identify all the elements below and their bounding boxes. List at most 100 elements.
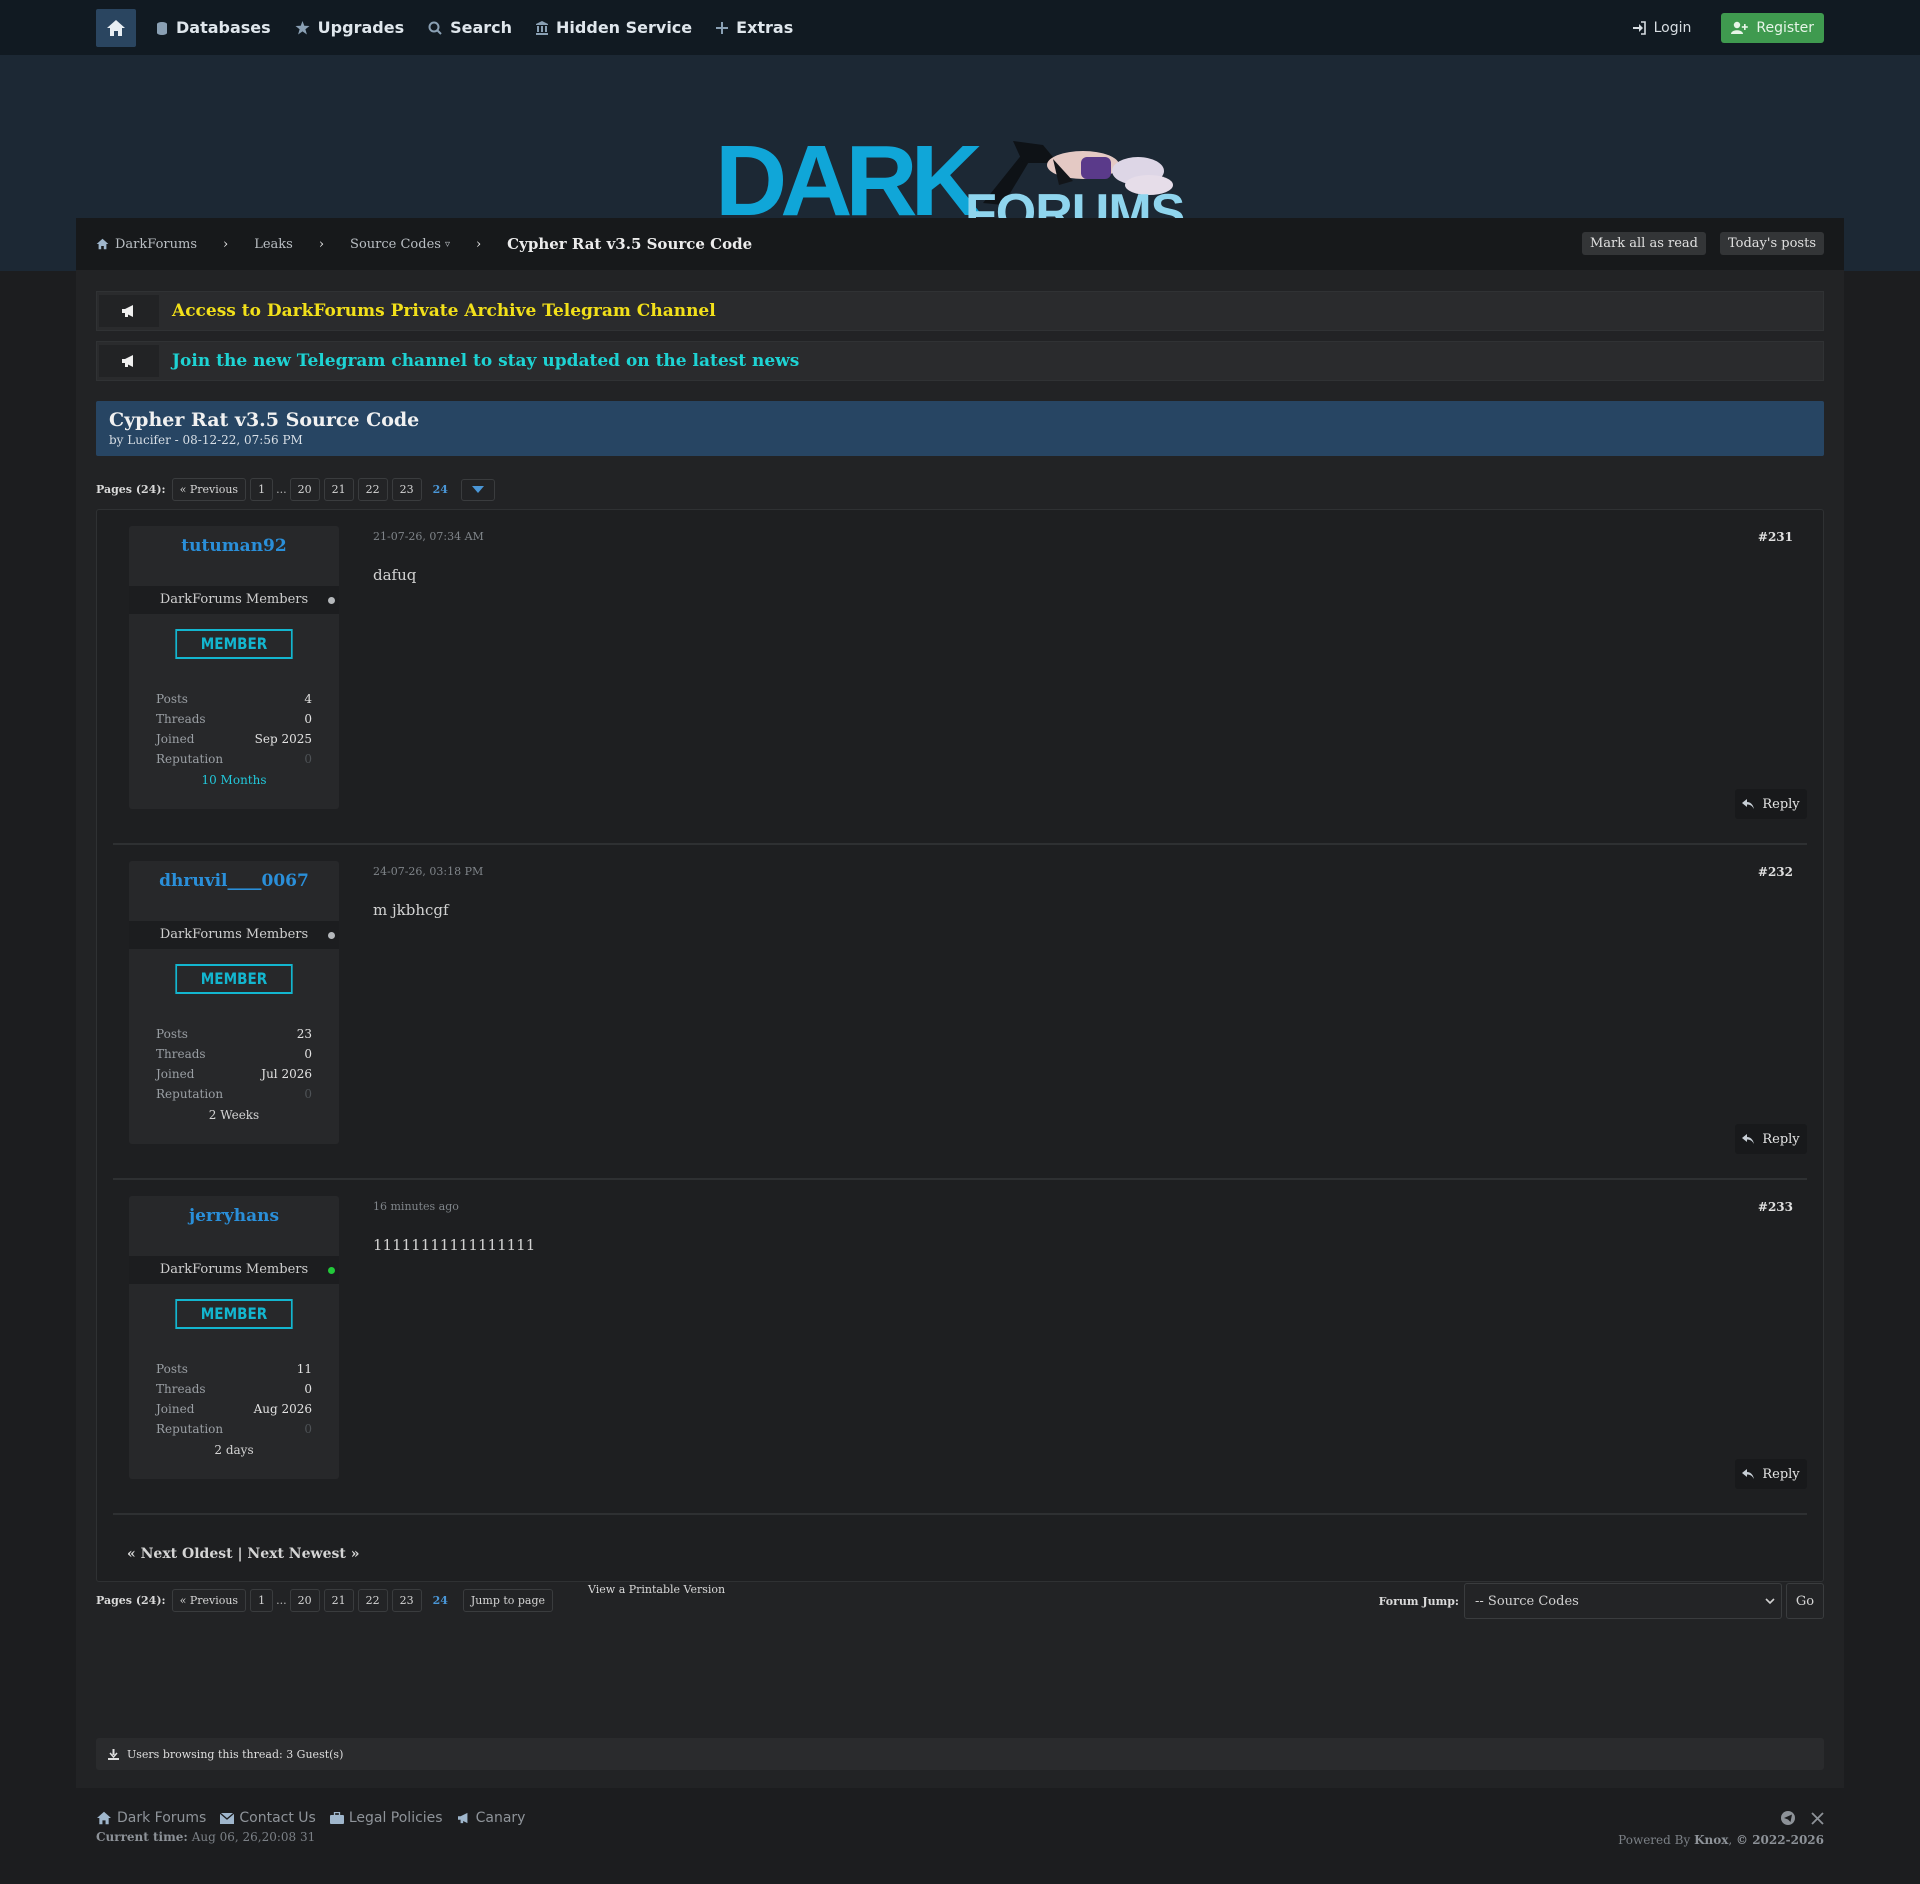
site-footer: Dark Forums Contact Us Legal Policies Ca… (96, 1810, 1824, 1847)
page-link[interactable]: 20 (289, 478, 320, 501)
chevron-down-icon[interactable]: ▿ (445, 239, 450, 250)
page-link[interactable]: 1 (250, 478, 274, 501)
register-button[interactable]: Register (1721, 12, 1824, 43)
page-link[interactable]: 22 (357, 1589, 388, 1612)
building-icon (536, 20, 549, 35)
users-browsing-bar: Users browsing this thread: 3 Guest(s) (96, 1738, 1824, 1770)
footer-link-legal[interactable]: Legal Policies (329, 1810, 443, 1826)
post-author-panel: jerryhans DarkForums Members MEMBER Post… (129, 1196, 339, 1479)
login-link[interactable]: Login (1632, 20, 1691, 36)
nav-databases[interactable]: Databases (156, 18, 271, 37)
stat-reputation[interactable]: 0 (304, 1087, 312, 1107)
page-link[interactable]: 1 (250, 1589, 274, 1612)
database-icon (157, 21, 167, 35)
stat-posts: 4 (304, 692, 312, 706)
post-number-link[interactable]: #233 (1758, 1200, 1793, 1214)
author-group: DarkForums Members (129, 1256, 339, 1284)
pages-label: Pages (24): (96, 1594, 166, 1607)
post-author-panel: dhruvil____0067 DarkForums Members MEMBE… (129, 861, 339, 1144)
post-number-link[interactable]: #231 (1758, 530, 1793, 544)
breadcrumb-leaks-label: Leaks (254, 236, 293, 252)
stat-label: Reputation (156, 1422, 224, 1436)
page-link[interactable]: 21 (323, 478, 354, 501)
nav-search[interactable]: Search (428, 18, 512, 37)
user-plus-icon (1731, 21, 1749, 34)
stat-label: Joined (156, 1402, 195, 1416)
member-badge: MEMBER (175, 1299, 293, 1329)
search-icon (428, 21, 442, 35)
nav-extras[interactable]: Extras (716, 18, 793, 37)
current-time: Current time: Aug 06, 26,20:08 31 (96, 1830, 1824, 1844)
posts-container: tutuman92 DarkForums Members MEMBER Post… (96, 509, 1824, 1582)
megaphone-icon (457, 1812, 468, 1824)
mark-all-read-button[interactable]: Mark all as read (1581, 232, 1706, 255)
author-group: DarkForums Members (129, 586, 339, 614)
author-group: DarkForums Members (129, 921, 339, 949)
post-number-link[interactable]: #232 (1758, 865, 1793, 879)
announcement-bar[interactable]: Join the new Telegram channel to stay up… (96, 341, 1824, 381)
previous-page-link[interactable]: « Previous (171, 478, 247, 501)
reply-button[interactable]: Reply (1735, 1124, 1807, 1154)
chevron-down-icon (1765, 1598, 1775, 1605)
megaphone-icon (99, 295, 159, 327)
page-link[interactable]: 23 (391, 478, 422, 501)
home-button[interactable] (96, 8, 136, 47)
nav-hidden-service[interactable]: Hidden Service (536, 18, 692, 37)
breadcrumb-leaks[interactable]: Leaks (254, 237, 293, 252)
footer-link-dark-forums[interactable]: Dark Forums (96, 1810, 206, 1826)
previous-page-link[interactable]: « Previous (171, 1589, 247, 1612)
footer-link-canary[interactable]: Canary (457, 1810, 525, 1826)
post-body: 11111111111111111 (373, 1236, 536, 1254)
announcement-text[interactable]: Access to DarkForums Private Archive Tel… (172, 301, 716, 321)
pagination-top: Pages (24): « Previous 1 ... 20 21 22 23… (96, 478, 495, 501)
reply-icon (1742, 1469, 1755, 1479)
x-twitter-icon[interactable] (1811, 1810, 1824, 1829)
announcement-bar[interactable]: Access to DarkForums Private Archive Tel… (96, 291, 1824, 331)
forum-jump-select[interactable]: -- Source Codes (1464, 1583, 1782, 1619)
member-badge: MEMBER (175, 629, 293, 659)
todays-posts-button[interactable]: Today's posts (1720, 232, 1824, 255)
breadcrumb-source-codes[interactable]: Source Codes ▿ (350, 237, 450, 252)
breadcrumb-home[interactable]: DarkForums (96, 237, 197, 252)
stat-joined: Aug 2026 (253, 1402, 312, 1416)
footer-link-contact[interactable]: Contact Us (220, 1810, 316, 1826)
main-container: DarkForums › Leaks › Source Codes ▿ › Cy… (76, 218, 1844, 1788)
announcement-text[interactable]: Join the new Telegram channel to stay up… (172, 351, 799, 371)
stat-label: Posts (156, 1362, 188, 1376)
forum-jump-go-button[interactable]: Go (1786, 1583, 1824, 1619)
page-link[interactable]: 21 (323, 1589, 354, 1612)
stat-reputation[interactable]: 0 (304, 1422, 312, 1442)
page-jump-dropdown[interactable] (460, 478, 495, 501)
forum-jump-selected: -- Source Codes (1475, 1593, 1579, 1609)
page-link[interactable]: 20 (289, 1589, 320, 1612)
powered-by-name[interactable]: Knox (1694, 1833, 1728, 1847)
reply-label: Reply (1762, 1466, 1800, 1482)
telegram-icon[interactable] (1781, 1810, 1795, 1829)
reply-button[interactable]: Reply (1735, 789, 1807, 819)
author-username[interactable]: tutuman92 (129, 536, 339, 556)
post-author-panel: tutuman92 DarkForums Members MEMBER Post… (129, 526, 339, 809)
post: tutuman92 DarkForums Members MEMBER Post… (113, 510, 1807, 845)
breadcrumb: DarkForums › Leaks › Source Codes ▿ › Cy… (76, 218, 1844, 270)
author-username[interactable]: dhruvil____0067 (129, 871, 339, 891)
star-icon (295, 20, 310, 34)
nav-extras-label: Extras (736, 18, 794, 37)
nav-upgrades[interactable]: Upgrades (295, 18, 404, 37)
stat-threads: 0 (304, 1382, 312, 1396)
megaphone-icon (99, 345, 159, 377)
stat-threads: 0 (304, 712, 312, 726)
author-group-label: DarkForums Members (159, 592, 309, 607)
stat-reputation[interactable]: 0 (304, 752, 312, 772)
page-link[interactable]: 23 (391, 1589, 422, 1612)
next-thread-links[interactable]: « Next Oldest | Next Newest » (127, 1546, 359, 1562)
thread-byline: by Lucifer - 08-12-22, 07:56 PM (109, 433, 303, 447)
nav-databases-label: Databases (176, 18, 271, 37)
forum-jump-label: Forum Jump: (1378, 1594, 1459, 1608)
printable-version-link[interactable]: View a Printable Version (588, 1583, 725, 1596)
reply-button[interactable]: Reply (1735, 1459, 1807, 1489)
page-link[interactable]: 22 (357, 478, 388, 501)
jump-to-page-button[interactable]: Jump to page (462, 1589, 554, 1612)
author-username[interactable]: jerryhans (129, 1206, 339, 1226)
footer-link-label: Contact Us (239, 1810, 316, 1826)
stat-joined: Sep 2025 (254, 732, 312, 746)
